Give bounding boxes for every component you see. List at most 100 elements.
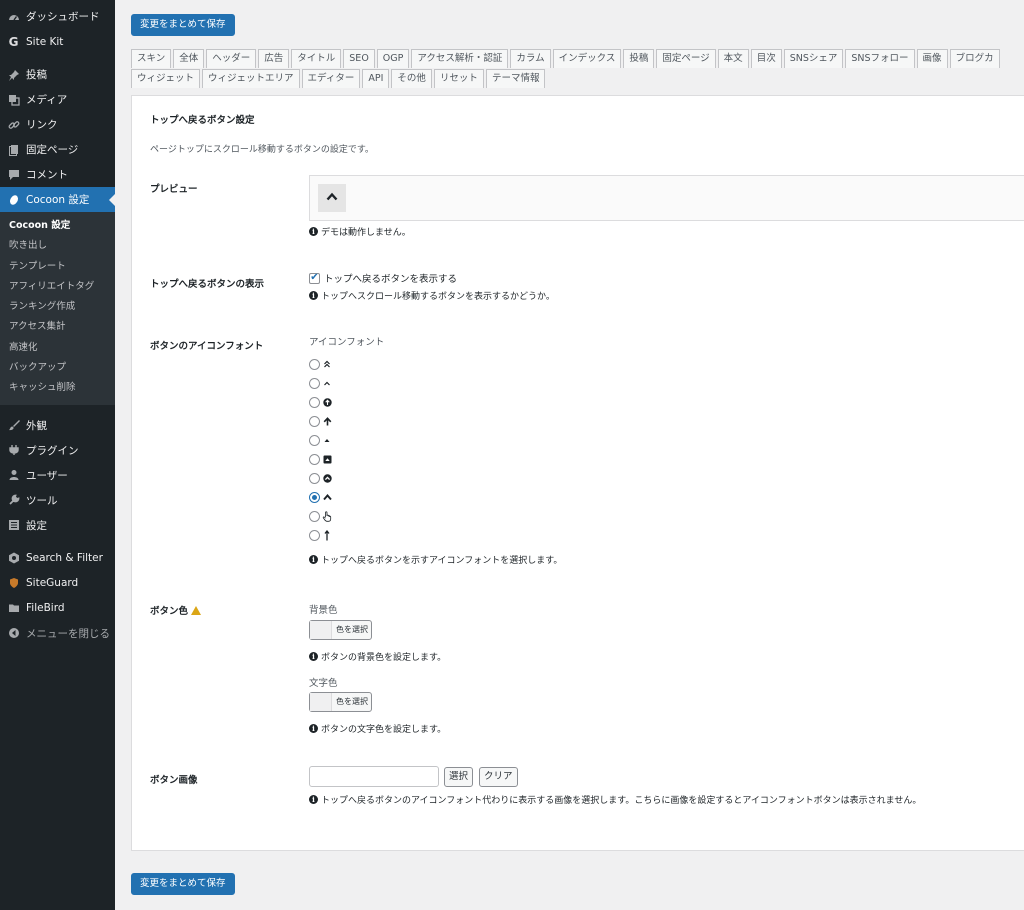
tab-tabs-row1-7[interactable]: アクセス解析・認証	[411, 49, 509, 68]
icon-option-3[interactable]	[309, 395, 332, 409]
tab-tabs-row1-11[interactable]: 固定ページ	[656, 49, 716, 68]
clear-image-button[interactable]: クリア	[479, 767, 518, 787]
tab-tabs-row1-15[interactable]: SNSフォロー	[845, 49, 915, 68]
tab-tabs-row1-10[interactable]: 投稿	[623, 49, 655, 68]
radio-button[interactable]	[309, 415, 320, 427]
submenu-item-cache[interactable]: キャッシュ削除	[0, 378, 115, 398]
tab-tabs-row1-9[interactable]: インデックス	[552, 49, 622, 68]
tab-tabs-row2-0[interactable]: ウィジェット	[131, 69, 201, 88]
radio-button[interactable]	[309, 510, 320, 522]
radio-button[interactable]	[309, 472, 320, 484]
menu-media[interactable]: メディア	[0, 87, 115, 112]
preview-box	[309, 175, 1024, 221]
tab-tabs-row1-1[interactable]: 全体	[173, 49, 205, 68]
caret-up-icon	[322, 435, 332, 445]
tab-tabs-row2-5[interactable]: リセット	[433, 69, 484, 88]
tab-tabs-row1-16[interactable]: 画像	[916, 49, 948, 68]
icon-font-label: ボタンのアイコンフォント	[150, 341, 264, 352]
button-image-label: ボタン画像	[150, 775, 198, 786]
menu-posts[interactable]: 投稿	[0, 62, 115, 87]
menu-plugins[interactable]: プラグイン	[0, 438, 115, 463]
display-checkbox-label[interactable]: トップへ戻るボタンを表示する	[324, 271, 457, 285]
tab-tabs-row1-6[interactable]: OGP	[376, 49, 410, 68]
select-image-button[interactable]: 選択	[444, 767, 474, 787]
tab-tabs-row1-17[interactable]: ブログカ	[949, 49, 1000, 68]
text-color-picker-label: 色を選択	[336, 697, 368, 706]
tab-tabs-row1-4[interactable]: タイトル	[291, 49, 342, 68]
page-icon	[7, 143, 20, 156]
radio-button[interactable]	[309, 396, 320, 408]
radio-button-selected[interactable]	[309, 491, 320, 503]
color-swatch	[310, 621, 332, 639]
icon-option-8[interactable]	[309, 490, 332, 504]
submenu-item-template[interactable]: テンプレート	[0, 257, 115, 277]
menu-settings[interactable]: 設定	[0, 513, 115, 538]
menu-collapse[interactable]: メニューを閉じる	[0, 621, 115, 646]
menu-tools[interactable]: ツール	[0, 488, 115, 513]
icon-option-10[interactable]	[309, 528, 332, 542]
menu-search-filter[interactable]: Search & Filter	[0, 546, 115, 571]
radio-button[interactable]	[309, 434, 320, 446]
bg-color-picker-label: 色を選択	[336, 625, 368, 634]
tab-tabs-row2-6[interactable]: テーマ情報	[485, 69, 546, 88]
tab-tabs-row2-4[interactable]: その他	[391, 69, 432, 88]
icon-option-9[interactable]	[309, 509, 332, 523]
menu-siteguard[interactable]: SiteGuard	[0, 571, 115, 596]
menu-dashboard[interactable]: ダッシュボード	[0, 4, 115, 29]
menu-comments[interactable]: コメント	[0, 162, 115, 187]
radio-button[interactable]	[309, 453, 320, 465]
icon-option-4[interactable]	[309, 414, 332, 428]
tab-tabs-row1-3[interactable]: 広告	[258, 49, 290, 68]
save-all-button-bottom[interactable]: 変更をまとめて保存	[131, 873, 235, 895]
tab-tabs-row1-2[interactable]: ヘッダー	[206, 49, 257, 68]
radio-button[interactable]	[309, 358, 320, 370]
submenu-item-access[interactable]: アクセス集計	[0, 317, 115, 337]
menu-users[interactable]: ユーザー	[0, 463, 115, 488]
tab-tabs-row2-2[interactable]: エディター	[301, 69, 361, 88]
menu-appearance[interactable]: 外観	[0, 413, 115, 438]
section-description: ページトップにスクロール移動するボタンの設定です。	[150, 145, 374, 155]
submenu-item-affiliate[interactable]: アフィリエイトタグ	[0, 277, 115, 297]
tab-tabs-row1-5[interactable]: SEO	[343, 49, 375, 68]
button-color-label: ボタン色	[150, 603, 202, 617]
admin-sidebar: ダッシュボード G Site Kit 投稿 メディア リンク 固定ページ コメン…	[0, 0, 115, 910]
text-color-picker-button[interactable]: 色を選択	[309, 692, 372, 712]
display-checkbox[interactable]: ✔	[309, 272, 320, 284]
menu-pages[interactable]: 固定ページ	[0, 137, 115, 162]
tab-tabs-row1-8[interactable]: カラム	[510, 49, 551, 68]
menu-links[interactable]: リンク	[0, 112, 115, 137]
icon-option-1[interactable]	[309, 357, 332, 371]
icon-option-5[interactable]	[309, 433, 332, 447]
icon-font-note: i トップへ戻るボタンを示すアイコンフォントを選択します。	[309, 553, 562, 566]
menu-filebird[interactable]: FileBird	[0, 596, 115, 621]
menu-label: 外観	[26, 419, 47, 432]
tab-tabs-row1-12[interactable]: 本文	[717, 49, 749, 68]
icon-option-2[interactable]	[309, 376, 332, 390]
google-g-icon: G	[8, 34, 19, 49]
save-all-button-top[interactable]: 変更をまとめて保存	[131, 14, 235, 36]
text-color-label: 文字色	[309, 678, 338, 689]
submenu-item-ranking[interactable]: ランキング作成	[0, 297, 115, 317]
search-filter-icon	[7, 552, 20, 565]
radio-button[interactable]	[309, 377, 320, 389]
bg-color-picker-button[interactable]: 色を選択	[309, 620, 372, 640]
button-image-url-input[interactable]	[309, 766, 439, 787]
submenu-item-speed[interactable]: 高速化	[0, 338, 115, 358]
tab-tabs-row2-1[interactable]: ウィジェットエリア	[202, 69, 300, 88]
menu-site-kit[interactable]: G Site Kit	[0, 29, 115, 54]
chevron-up-icon	[326, 192, 338, 204]
icon-option-6[interactable]	[309, 452, 332, 466]
preview-label: プレビュー	[150, 184, 198, 195]
submenu-item-cocoon-settings[interactable]: Cocoon 設定	[0, 216, 115, 236]
tab-tabs-row1-14[interactable]: SNSシェア	[783, 49, 844, 68]
tab-tabs-row1-0[interactable]: スキン	[131, 49, 172, 68]
tab-tabs-row1-13[interactable]: 目次	[750, 49, 782, 68]
display-checkbox-row[interactable]: ✔ トップへ戻るボタンを表示する	[309, 271, 457, 285]
tab-tabs-row2-3[interactable]: API	[362, 69, 390, 88]
radio-button[interactable]	[309, 529, 320, 541]
menu-cocoon-settings[interactable]: Cocoon 設定	[0, 187, 115, 212]
link-icon	[7, 118, 20, 131]
submenu-item-backup[interactable]: バックアップ	[0, 358, 115, 378]
submenu-item-balloon[interactable]: 吹き出し	[0, 236, 115, 256]
icon-option-7[interactable]	[309, 471, 332, 485]
